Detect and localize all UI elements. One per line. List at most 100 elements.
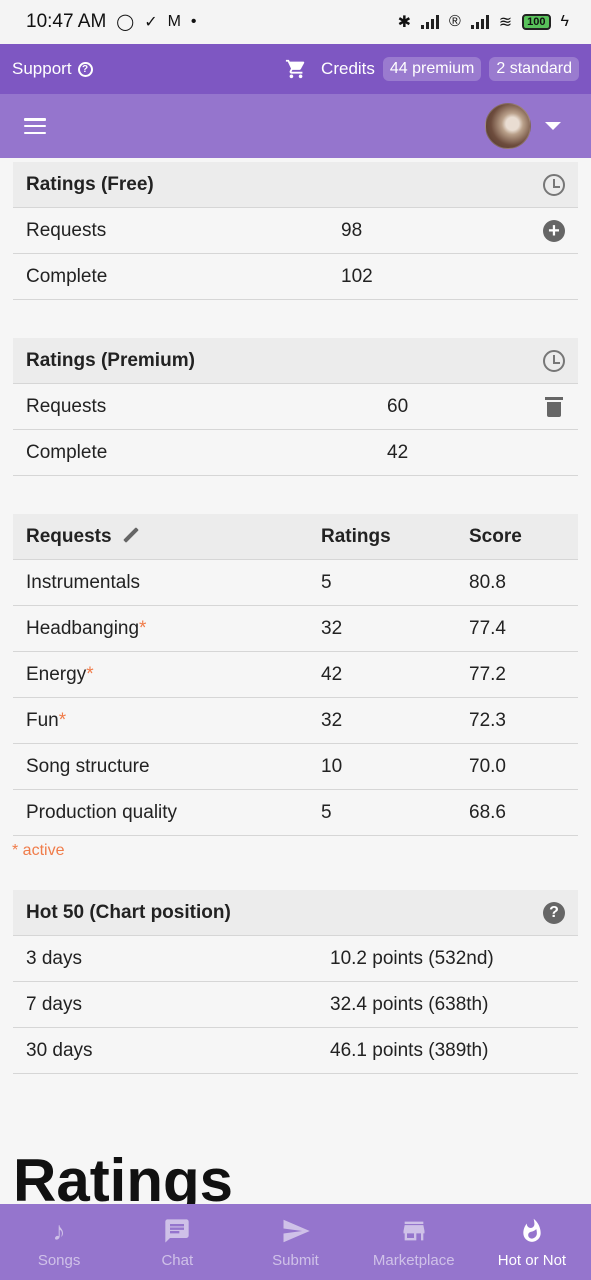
account-menu[interactable] [485,103,561,149]
row-value: 42 [387,441,409,463]
status-time: 10:47 AM [26,11,107,32]
main-content: Ratings (Free) Requests 98 + Complete 10… [0,158,591,1074]
row-value: 98 [341,219,363,241]
score-value: 72.3 [469,709,506,731]
nav-marketplace[interactable]: Marketplace [355,1204,473,1280]
ratings-count: 5 [321,801,332,823]
check-icon: ✓ [144,14,158,31]
table-row: 30 days 46.1 points (389th) [13,1028,578,1074]
ratings-count: 10 [321,755,343,777]
battery-icon: 100 [522,14,551,30]
help-icon: ? [77,61,93,77]
support-link[interactable]: Support ? [12,59,93,79]
nav-label: Chat [161,1251,194,1269]
table-row: Production quality 5 68.6 [13,790,578,836]
nav-label: Songs [37,1251,81,1269]
table-row: Energy* 42 77.2 [13,652,578,698]
score-column-header: Score [469,525,522,547]
premium-credits-chip[interactable]: 44 premium [382,57,482,81]
category-name: Production quality [26,801,178,823]
score-value: 80.8 [469,571,506,593]
ratings-premium-header: Ratings (Premium) [13,338,578,384]
section-title: Ratings (Free) [26,173,154,195]
wifi-icon: ≋ [498,14,513,31]
score-value: 77.2 [469,663,506,685]
hot50-header: Hot 50 (Chart position) ? [13,890,578,936]
dot-icon: • [190,13,197,30]
top-bar: Support ? Credits 44 premium 2 standard [0,44,591,94]
ratings-free-section: Ratings (Free) Requests 98 + Complete 10… [13,162,578,300]
charging-icon: ϟ [560,13,569,30]
table-row: Requests 98 + [13,208,578,254]
history-icon[interactable] [543,349,565,372]
requests-section: Requests Ratings Score Instrumentals 5 8… [13,514,578,836]
ratings-free-header: Ratings (Free) [13,162,578,208]
ratings-count: 42 [321,663,343,685]
nav-songs[interactable]: ♪ Songs [0,1204,118,1280]
whatsapp-icon: ◯ [116,14,135,31]
active-star: * [86,663,94,685]
hot50-section: Hot 50 (Chart position) ? 3 days 10.2 po… [13,890,578,1074]
standard-credits-chip[interactable]: 2 standard [489,57,579,81]
hamburger-menu-icon[interactable] [24,118,46,134]
category-name: Instrumentals [26,571,141,593]
row-label: Requests [26,219,107,241]
row-label: Complete [26,265,108,287]
gmail-icon: M [167,13,181,30]
category-name: Song structure [26,755,150,777]
section-title: Ratings (Premium) [26,349,195,371]
help-icon[interactable]: ? [543,901,565,924]
active-legend: * active [12,842,65,859]
category-name: Fun [26,709,59,731]
status-bar: 10:47 AM ◯ ✓ M • ✱ ® ≋ 100 ϟ [0,0,591,44]
category-name: Headbanging [26,617,140,639]
row-label: Complete [26,441,108,463]
bottom-nav: ♪ Songs Chat Submit Marketplace Hot or N… [0,1204,591,1280]
row-label: 30 days [26,1039,93,1061]
support-label: Support [12,59,72,78]
category-name: Energy [26,663,87,685]
nav-label: Submit [272,1251,319,1269]
add-request-icon[interactable]: + [543,219,565,242]
chat-icon [165,1218,189,1243]
nav-hot-or-not[interactable]: Hot or Not [473,1204,591,1280]
nav-submit[interactable]: Submit [236,1204,354,1280]
nav-chat[interactable]: Chat [118,1204,236,1280]
signal-icon [420,15,439,29]
row-value: 46.1 points (389th) [330,1039,489,1061]
avatar[interactable] [485,103,531,149]
table-row: 3 days 10.2 points (532nd) [13,936,578,982]
requests-header: Requests Ratings Score [13,514,578,560]
row-label: 7 days [26,993,82,1015]
table-row: Instrumentals 5 80.8 [13,560,578,606]
ratings-premium-section: Ratings (Premium) Requests 60 Complete 4… [13,338,578,476]
table-row: Fun* 32 72.3 [13,698,578,744]
credits-label: Credits [321,59,375,78]
score-value: 77.4 [469,617,506,639]
music-note-icon: ♪ [52,1215,66,1246]
cart-icon[interactable] [283,58,309,80]
active-star: * [139,617,147,639]
requests-column-header: Requests [26,525,112,547]
history-icon[interactable] [543,173,565,196]
row-label: Requests [26,395,107,417]
active-star: * [58,709,67,731]
table-row: Requests 60 [13,384,578,430]
nav-label: Marketplace [372,1251,455,1269]
row-value: 102 [341,265,373,287]
ratings-count: 32 [321,709,343,731]
chevron-down-icon[interactable] [545,122,561,130]
signal-icon-2 [470,15,489,29]
table-row: Song structure 10 70.0 [13,744,578,790]
score-value: 68.6 [469,801,506,823]
ratings-count: 5 [321,571,332,593]
roaming-icon: ® [448,13,461,30]
row-label: 3 days [26,947,82,969]
row-value: 32.4 points (638th) [330,993,489,1015]
table-row: Complete 42 [13,430,578,476]
nav-label: Hot or Not [497,1251,567,1269]
send-icon [283,1219,310,1242]
edit-icon[interactable] [122,526,139,543]
trash-icon[interactable] [545,396,563,417]
bluetooth-icon: ✱ [397,14,411,31]
